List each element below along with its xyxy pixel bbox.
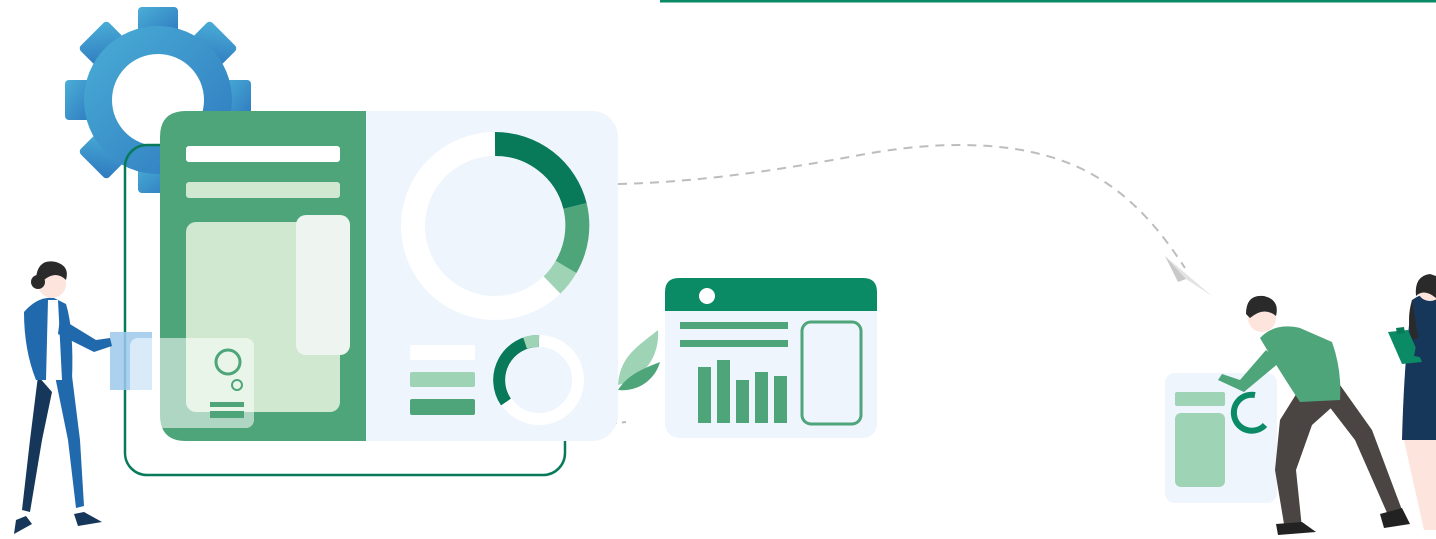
- legend-bar-3: [410, 399, 475, 415]
- illustration-canvas: [14, 0, 1436, 535]
- side-card: [296, 215, 350, 355]
- window-dot: [699, 288, 715, 304]
- legend-bar-1: [410, 345, 475, 360]
- dashed-flight-path: [617, 144, 1186, 269]
- subheader-bar: [186, 182, 340, 198]
- woman-presenter-figure: [14, 261, 112, 534]
- small-dashboard-card: [1165, 373, 1277, 503]
- holo-card: [110, 332, 254, 428]
- legend-bar-2: [410, 372, 475, 387]
- paper-plane-icon: [1165, 256, 1212, 296]
- header-bar: [186, 146, 340, 162]
- woman-clipboard-figure: [1388, 274, 1436, 530]
- leaf-icon: [618, 330, 660, 391]
- bar-chart-card: [665, 278, 877, 438]
